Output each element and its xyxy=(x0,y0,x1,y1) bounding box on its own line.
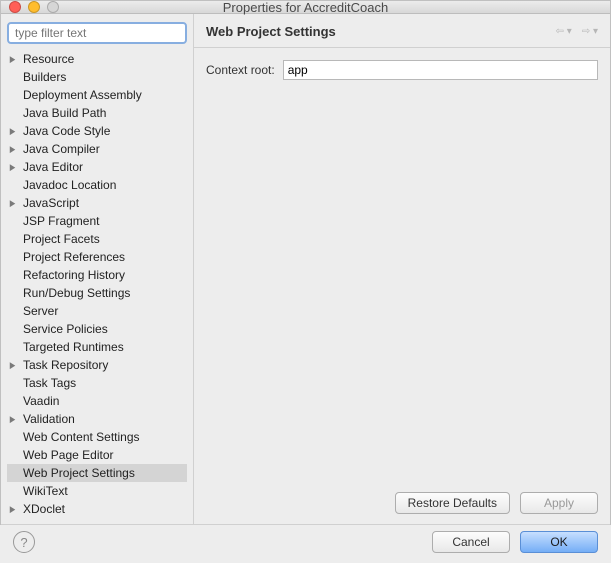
sidebar: ResourceBuildersDeployment AssemblyJava … xyxy=(1,14,193,524)
tree-item[interactable]: Vaadin xyxy=(7,392,187,410)
footer: ? Cancel OK xyxy=(1,524,610,563)
restore-defaults-button[interactable]: Restore Defaults xyxy=(395,492,510,514)
main-panel: Web Project Settings ⇦ ▾ ⇨ ▾ Context roo… xyxy=(193,14,610,524)
help-icon[interactable]: ? xyxy=(13,531,35,553)
tree-item[interactable]: Web Project Settings xyxy=(7,464,187,482)
tree-item[interactable]: Builders xyxy=(7,68,187,86)
tree-item[interactable]: Web Content Settings xyxy=(7,428,187,446)
tree-item[interactable]: Java Build Path xyxy=(7,104,187,122)
tree-item[interactable]: Targeted Runtimes xyxy=(7,338,187,356)
tree-item[interactable]: Web Page Editor xyxy=(7,446,187,464)
tree-item[interactable]: WikiText xyxy=(7,482,187,500)
tree-item[interactable]: Service Policies xyxy=(7,320,187,338)
main-header: Web Project Settings ⇦ ▾ ⇨ ▾ xyxy=(194,14,610,48)
apply-button[interactable]: Apply xyxy=(520,492,598,514)
nav-toolbar: ⇦ ▾ ⇨ ▾ xyxy=(556,26,598,37)
tree-item[interactable]: Deployment Assembly xyxy=(7,86,187,104)
tree-item[interactable]: Run/Debug Settings xyxy=(7,284,187,302)
context-root-label: Context root: xyxy=(206,63,275,77)
tree-item[interactable]: Task Tags xyxy=(7,374,187,392)
filter-input[interactable] xyxy=(7,22,187,44)
tree-item[interactable]: Java Compiler xyxy=(7,140,187,158)
properties-tree[interactable]: ResourceBuildersDeployment AssemblyJava … xyxy=(7,50,187,518)
context-root-input[interactable] xyxy=(283,60,598,80)
content-area: ResourceBuildersDeployment AssemblyJava … xyxy=(1,14,610,524)
back-icon[interactable]: ⇦ ▾ xyxy=(556,26,572,37)
tree-item[interactable]: Java Editor xyxy=(7,158,187,176)
forward-icon[interactable]: ⇨ ▾ xyxy=(582,26,598,37)
tree-item[interactable]: XDoclet xyxy=(7,500,187,518)
form-area: Context root: xyxy=(194,48,610,484)
footer-buttons: Cancel OK xyxy=(432,531,598,553)
tree-item[interactable]: Java Code Style xyxy=(7,122,187,140)
tree-item[interactable]: Refactoring History xyxy=(7,266,187,284)
tree-item[interactable]: Resource xyxy=(7,50,187,68)
tree-item[interactable]: Server xyxy=(7,302,187,320)
tree-item[interactable]: Javadoc Location xyxy=(7,176,187,194)
tree-item[interactable]: Task Repository xyxy=(7,356,187,374)
cancel-button[interactable]: Cancel xyxy=(432,531,510,553)
tree-item[interactable]: Project Facets xyxy=(7,230,187,248)
tree-item[interactable]: Project References xyxy=(7,248,187,266)
window-title: Properties for AccreditCoach xyxy=(1,0,610,15)
page-title: Web Project Settings xyxy=(206,24,336,39)
tree-item[interactable]: JavaScript xyxy=(7,194,187,212)
page-button-row: Restore Defaults Apply xyxy=(194,484,610,524)
ok-button[interactable]: OK xyxy=(520,531,598,553)
context-root-row: Context root: xyxy=(206,60,598,80)
tree-item[interactable]: JSP Fragment xyxy=(7,212,187,230)
titlebar: Properties for AccreditCoach xyxy=(1,1,610,14)
tree-item[interactable]: Validation xyxy=(7,410,187,428)
